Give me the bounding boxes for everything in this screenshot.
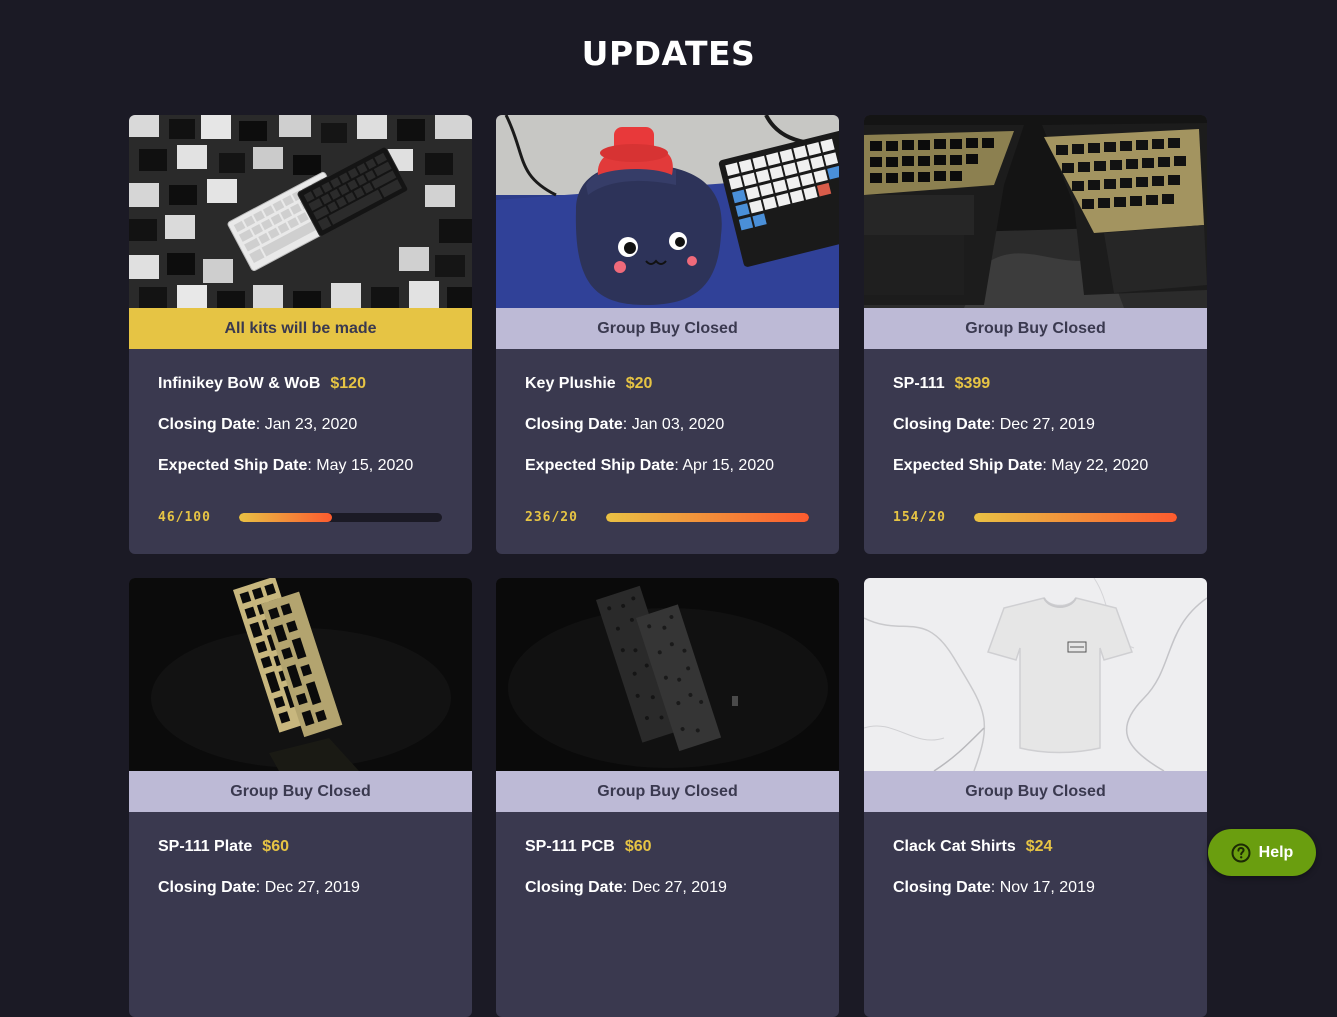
product-price: $399 [954, 375, 991, 392]
status-banner: Group Buy Closed [496, 771, 839, 812]
status-banner: Group Buy Closed [129, 771, 472, 812]
status-banner: All kits will be made [129, 308, 472, 349]
progress-fill [239, 513, 333, 522]
product-name[interactable]: Clack Cat Shirts [893, 838, 1016, 855]
closing-date-row: Closing Date: Dec 27, 2019 [893, 416, 1095, 434]
closing-date-value: : Dec 27, 2019 [990, 416, 1095, 433]
status-banner: Group Buy Closed [496, 308, 839, 349]
closing-date-label: Closing Date [158, 416, 256, 433]
product-image[interactable] [129, 115, 472, 308]
progress-fill [606, 513, 809, 522]
closing-date-row: Closing Date: Jan 23, 2020 [158, 416, 357, 434]
product-card[interactable]: Group Buy Closed Key Plushie $20 Closing … [496, 115, 839, 554]
closing-date-row: Closing Date: Dec 27, 2019 [525, 879, 727, 897]
page-title: UPDATES [581, 34, 756, 73]
product-title-row: SP-111 PCB $60 [525, 838, 652, 856]
product-image[interactable] [496, 578, 839, 771]
product-price: $60 [262, 838, 289, 855]
question-circle-icon [1231, 843, 1251, 862]
closing-date-row: Closing Date: Jan 03, 2020 [525, 416, 724, 434]
progress-bar [974, 513, 1177, 522]
ship-date-row: Expected Ship Date: Apr 15, 2020 [525, 457, 774, 475]
product-title-row: SP-111 Plate $60 [158, 838, 289, 856]
ship-date-row: Expected Ship Date: May 22, 2020 [893, 457, 1148, 475]
ship-date-label: Expected Ship Date [525, 457, 675, 474]
ship-date-label: Expected Ship Date [158, 457, 308, 474]
product-image[interactable] [496, 115, 839, 308]
progress-bar [239, 513, 442, 522]
product-image[interactable] [129, 578, 472, 771]
progress-row: 154/20 [893, 508, 1178, 528]
product-price: $60 [624, 838, 652, 855]
progress-row: 236/20 [525, 508, 810, 528]
product-name[interactable]: Key Plushie [525, 375, 616, 392]
closing-date-row: Closing Date: Dec 27, 2019 [158, 879, 360, 897]
product-title-row: Infinikey BoW & WoB $120 [158, 375, 366, 393]
product-image[interactable] [864, 578, 1207, 771]
product-price: $24 [1025, 838, 1053, 855]
product-card[interactable]: Group Buy Closed SP-111 $399 Closing Date… [864, 115, 1207, 554]
closing-date-value: : Jan 03, 2020 [622, 416, 725, 433]
product-title-row: Key Plushie $20 [525, 375, 652, 393]
ship-date-value: : May 22, 2020 [1042, 457, 1149, 474]
ship-date-value: : Apr 15, 2020 [674, 457, 775, 474]
ship-date-row: Expected Ship Date: May 15, 2020 [158, 457, 413, 475]
product-name[interactable]: SP-111 Plate [158, 838, 252, 855]
status-banner: Group Buy Closed [864, 771, 1207, 812]
product-name[interactable]: Infinikey BoW & WoB [158, 375, 320, 392]
product-card[interactable]: Group Buy Closed SP-111 Plate $60 Closing… [129, 578, 472, 1017]
closing-date-label: Closing Date [525, 416, 623, 433]
product-price: $20 [625, 375, 653, 392]
status-banner: Group Buy Closed [864, 308, 1207, 349]
progress-count: 46/100 [158, 510, 211, 525]
help-button[interactable]: Help [1208, 829, 1316, 876]
closing-date-value: : Jan 23, 2020 [255, 416, 358, 433]
product-price: $120 [330, 375, 366, 392]
progress-count: 154/20 [893, 510, 946, 525]
ship-date-label: Expected Ship Date [893, 457, 1043, 474]
product-image[interactable] [864, 115, 1207, 308]
product-title-row: Clack Cat Shirts $24 [893, 838, 1052, 856]
progress-bar [606, 513, 809, 522]
help-label: Help [1258, 843, 1294, 861]
closing-date-label: Closing Date [893, 416, 991, 433]
product-card[interactable]: Group Buy Closed Clack Cat Shirts $24 Clo… [864, 578, 1207, 1017]
product-name[interactable]: SP-111 PCB [525, 838, 615, 855]
progress-count: 236/20 [525, 510, 578, 525]
progress-row: 46/100 [158, 508, 443, 528]
product-title-row: SP-111 $399 [893, 375, 990, 393]
product-card[interactable]: Group Buy Closed SP-111 PCB $60 Closing D… [496, 578, 839, 1017]
ship-date-value: : May 15, 2020 [307, 457, 414, 474]
closing-date-row: Closing Date: Nov 17, 2019 [893, 879, 1095, 897]
product-card[interactable]: All kits will be made Infinikey BoW & Wo… [129, 115, 472, 554]
product-name[interactable]: SP-111 [893, 375, 945, 392]
progress-fill [974, 513, 1177, 522]
